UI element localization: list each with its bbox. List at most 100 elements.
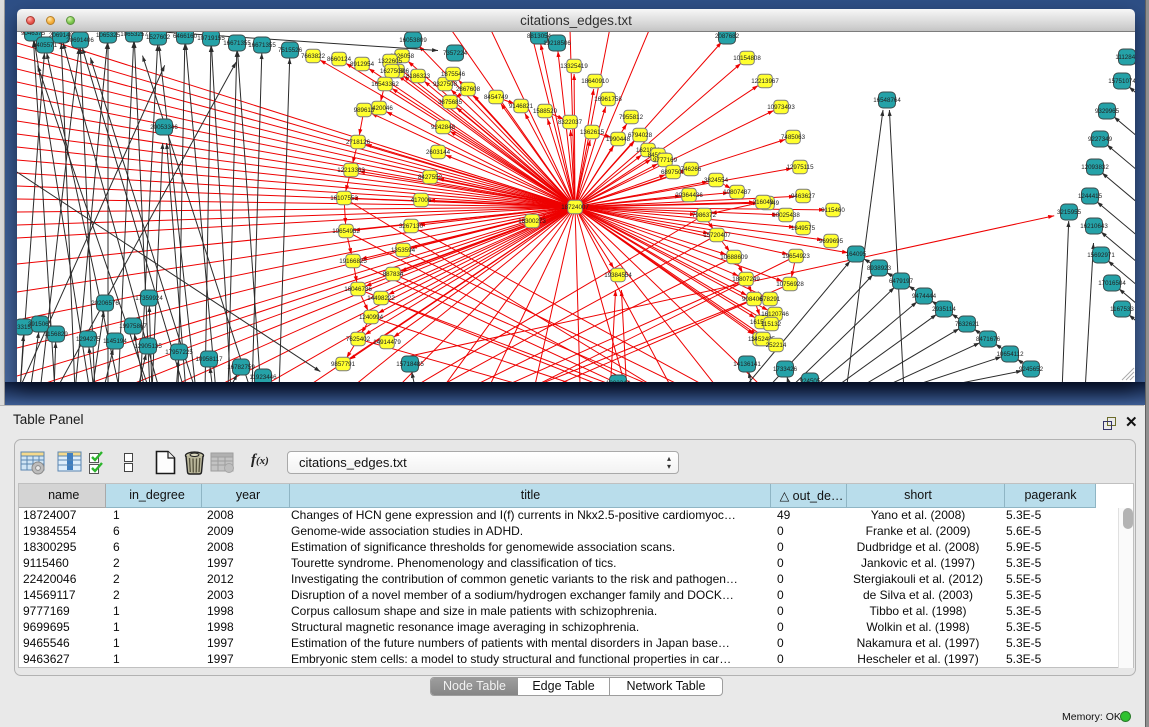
svg-text:8322037: 8322037 [558, 119, 583, 126]
svg-text:7986372: 7986372 [692, 212, 717, 219]
svg-text:6466160: 6466160 [173, 33, 198, 40]
svg-text:13325419: 13325419 [560, 63, 588, 70]
svg-text:16210643: 16210643 [1080, 223, 1108, 230]
svg-text:3215955: 3215955 [1057, 209, 1082, 216]
svg-text:9146821: 9146821 [509, 103, 534, 110]
svg-text:678291: 678291 [760, 296, 781, 303]
svg-text:7632621: 7632621 [955, 321, 980, 328]
svg-text:19166825: 19166825 [339, 258, 367, 265]
svg-text:8427552: 8427552 [418, 174, 443, 181]
svg-text:2603144: 2603144 [426, 149, 451, 156]
svg-text:12975115: 12975115 [786, 164, 814, 171]
svg-text:7955812: 7955812 [619, 114, 644, 121]
svg-text:8660124: 8660124 [327, 56, 352, 63]
svg-text:12905135: 12905135 [134, 343, 162, 350]
svg-text:6794028: 6794028 [628, 132, 653, 139]
svg-text:2867608: 2867608 [456, 86, 481, 93]
svg-text:17359924: 17359924 [135, 295, 163, 302]
svg-text:20206576: 20206576 [91, 300, 119, 307]
svg-text:10958117: 10958117 [195, 356, 223, 363]
svg-text:16782759: 16782759 [227, 364, 255, 371]
svg-text:10807487: 10807487 [723, 189, 751, 196]
svg-text:1875546: 1875546 [441, 71, 466, 78]
svg-text:10654112: 10654112 [996, 351, 1024, 358]
svg-text:14136141: 14136141 [733, 361, 761, 368]
svg-text:1362615: 1362615 [580, 129, 605, 136]
svg-text:115132: 115132 [761, 321, 782, 328]
svg-text:1240994: 1240994 [359, 314, 384, 321]
svg-text:19218506: 19218506 [543, 40, 571, 47]
svg-text:9227349: 9227349 [1088, 136, 1113, 143]
svg-text:9463627: 9463627 [791, 193, 816, 200]
svg-text:20691406: 20691406 [66, 37, 94, 44]
svg-text:16543362: 16543362 [371, 81, 399, 88]
svg-text:9777169: 9777169 [653, 157, 678, 164]
svg-text:2087682: 2087682 [715, 33, 740, 40]
svg-text:1065325: 1065325 [96, 32, 121, 39]
svg-text:10756928: 10756928 [776, 281, 804, 288]
svg-text:15751074: 15751074 [1108, 78, 1135, 85]
svg-text:1294275: 1294275 [76, 336, 101, 343]
svg-text:16053809: 16053809 [399, 37, 427, 44]
svg-text:6479197: 6479197 [889, 278, 914, 285]
svg-text:19654923: 19654923 [782, 253, 810, 260]
svg-text:12213363: 12213363 [337, 167, 365, 174]
svg-text:2935114: 2935114 [932, 306, 956, 313]
svg-text:7485063: 7485063 [781, 134, 806, 141]
svg-text:18300273: 18300273 [518, 218, 546, 225]
svg-text:16671355: 16671355 [248, 42, 276, 49]
svg-text:1990448: 1990448 [606, 136, 631, 143]
svg-text:1292344: 1292344 [606, 380, 631, 382]
svg-text:7357224: 7357224 [443, 50, 468, 57]
svg-text:9115460: 9115460 [821, 207, 845, 214]
svg-text:19975867: 19975867 [119, 323, 147, 330]
svg-text:9245652: 9245652 [1019, 366, 1044, 373]
svg-text:1405571: 1405571 [33, 42, 58, 49]
svg-text:8471676: 8471676 [976, 336, 1001, 343]
svg-text:17016504: 17016504 [1098, 280, 1126, 287]
svg-text:1167533: 1167533 [1110, 306, 1134, 313]
svg-text:989613: 989613 [354, 107, 375, 114]
svg-text:9242848: 9242848 [431, 124, 456, 131]
svg-text:8186323: 8186323 [406, 73, 431, 80]
svg-text:16548764: 16548764 [873, 97, 901, 104]
svg-text:18807249: 18807249 [732, 276, 760, 283]
svg-text:252214: 252214 [766, 342, 787, 349]
svg-text:15718485: 15718485 [396, 361, 424, 368]
svg-text:9329965: 9329965 [1095, 108, 1120, 115]
svg-text:7515526: 7515526 [278, 47, 303, 54]
svg-text:9474444: 9474444 [912, 293, 937, 300]
svg-text:7625402: 7625402 [346, 336, 371, 343]
svg-text:9046375: 9046375 [21, 32, 46, 37]
svg-text:1145194: 1145194 [103, 338, 127, 345]
svg-text:11923446: 11923446 [249, 374, 277, 381]
svg-text:8912954: 8912954 [350, 61, 375, 68]
svg-text:10025438: 10025438 [772, 212, 800, 219]
svg-text:3267130: 3267130 [399, 223, 424, 230]
svg-text:216049: 216049 [753, 199, 774, 206]
svg-text:3875685: 3875685 [438, 99, 463, 106]
svg-text:16046736: 16046736 [344, 286, 372, 293]
svg-text:8938923: 8938923 [867, 265, 892, 272]
svg-text:887834: 887834 [383, 271, 404, 278]
svg-text:20364436: 20364436 [675, 192, 703, 199]
svg-text:19384554: 19384554 [604, 272, 632, 279]
svg-text:8454749: 8454749 [484, 94, 509, 101]
svg-text:10154808: 10154808 [733, 55, 761, 62]
svg-text:12213967: 12213967 [751, 78, 779, 85]
svg-text:12093832: 12093832 [1081, 164, 1109, 171]
svg-text:16671355: 16671355 [223, 40, 251, 47]
svg-text:14498222: 14498222 [367, 295, 395, 302]
svg-text:14914479: 14914479 [373, 339, 401, 346]
svg-text:2718126: 2718126 [346, 139, 371, 146]
svg-text:17957225: 17957225 [165, 349, 193, 356]
svg-text:15692971: 15692971 [1087, 252, 1115, 259]
svg-text:3824554: 3824554 [704, 177, 729, 184]
svg-text:15720407: 15720407 [703, 232, 731, 239]
svg-text:746266: 746266 [681, 166, 702, 173]
svg-text:1244415: 1244415 [1078, 193, 1103, 200]
svg-text:9699695: 9699695 [819, 238, 844, 245]
svg-text:10688609: 10688609 [720, 254, 748, 261]
svg-text:1627509: 1627509 [380, 68, 405, 75]
svg-text:1588520: 1588520 [533, 108, 558, 115]
